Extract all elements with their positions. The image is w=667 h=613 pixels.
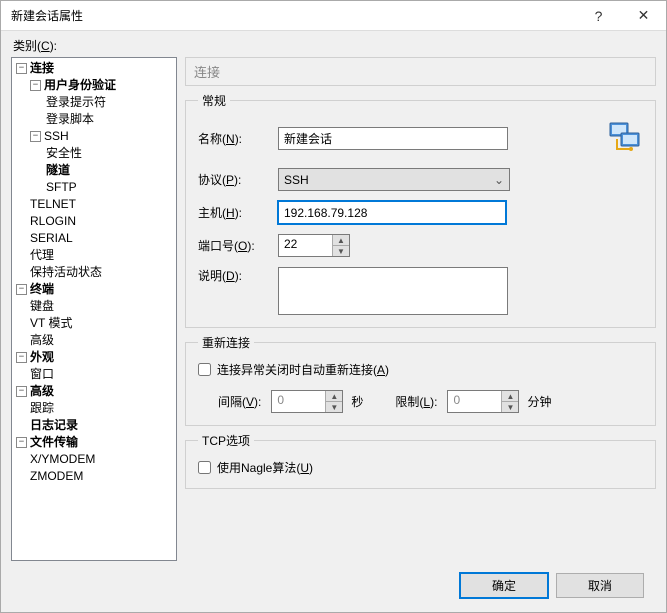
main-area: −连接 −用户身份验证 登录提示符 登录脚本 −SSH 安全性 隧道 SFTP … [11, 57, 656, 561]
tree-node-telnet[interactable]: TELNET [12, 196, 176, 213]
minutes-label: 分钟 [527, 393, 551, 410]
collapse-icon[interactable]: − [16, 386, 27, 397]
row-description: 说明(D): [198, 267, 643, 315]
seconds-label: 秒 [351, 393, 363, 410]
tree-node-keepalive[interactable]: 保持活动状态 [12, 264, 176, 281]
tree-node-advanced-group[interactable]: −高级 跟踪 日志记录 [12, 383, 176, 434]
tree-node-trace[interactable]: 跟踪 [12, 400, 176, 417]
row-host: 主机(H): [198, 201, 643, 224]
tree-node-keyboard[interactable]: 键盘 [12, 298, 176, 315]
tree-node-xymodem[interactable]: X/YMODEM [12, 451, 176, 468]
tree-node-user-auth[interactable]: −用户身份验证 登录提示符 登录脚本 [12, 77, 176, 128]
group-tcp-legend: TCP选项 [198, 432, 254, 449]
collapse-icon[interactable]: − [16, 63, 27, 74]
content-area: 类别(C): −连接 −用户身份验证 登录提示符 登录脚本 −SSH 安全性 隧… [1, 31, 666, 612]
settings-pane: 连接 常规 名称(N): [185, 57, 656, 561]
dialog-window: 新建会话属性 ? ✕ 类别(C): −连接 −用户身份验证 登录提示符 登录脚本… [0, 0, 667, 613]
tree-node-serial[interactable]: SERIAL [12, 230, 176, 247]
spin-down-icon[interactable]: ▼ [502, 402, 518, 412]
chevron-down-icon: ⌄ [494, 173, 504, 187]
row-port: 端口号(O): 22 ▲▼ [198, 234, 643, 257]
tree-node-login-prompt[interactable]: 登录提示符 [12, 94, 176, 111]
spin-down-icon[interactable]: ▼ [326, 402, 342, 412]
description-label: 说明(D): [198, 267, 278, 284]
spin-down-icon[interactable]: ▼ [333, 246, 349, 256]
row-protocol: 协议(P): SSH ⌄ [198, 168, 643, 191]
tree-node-file-transfer[interactable]: −文件传输 X/YMODEM ZMODEM [12, 434, 176, 485]
limit-spinner[interactable]: 0 ▲▼ [447, 390, 519, 413]
group-reconnect-legend: 重新连接 [198, 334, 254, 351]
group-tcp: TCP选项 使用Nagle算法(U) [185, 432, 656, 489]
tree-node-zmodem[interactable]: ZMODEM [12, 468, 176, 485]
group-reconnect: 重新连接 连接异常关闭时自动重新连接(A) 间隔(V): 0 ▲▼ 秒 限制( [185, 334, 656, 426]
window-title: 新建会话属性 [11, 7, 576, 24]
tree-node-tunnel[interactable]: 隧道 [12, 162, 176, 179]
nagle-label: 使用Nagle算法(U) [217, 459, 313, 476]
group-general: 常规 名称(N): [185, 92, 656, 328]
spin-up-icon[interactable]: ▲ [502, 391, 518, 402]
protocol-select[interactable]: SSH ⌄ [278, 168, 510, 191]
spin-up-icon[interactable]: ▲ [326, 391, 342, 402]
port-label: 端口号(O): [198, 237, 278, 254]
collapse-icon[interactable]: − [16, 352, 27, 363]
description-input[interactable] [278, 267, 508, 315]
tree-node-terminal[interactable]: −终端 键盘 VT 模式 高级 [12, 281, 176, 349]
reconnect-controls: 间隔(V): 0 ▲▼ 秒 限制(L): 0 ▲▼ 分钟 [198, 390, 643, 413]
host-input[interactable] [278, 201, 506, 224]
tree-node-appearance[interactable]: −外观 窗口 [12, 349, 176, 383]
cancel-button[interactable]: 取消 [556, 573, 644, 598]
interval-spinner[interactable]: 0 ▲▼ [271, 390, 343, 413]
collapse-icon[interactable]: − [16, 284, 27, 295]
help-button[interactable]: ? [576, 1, 621, 31]
tree-node-logging[interactable]: 日志记录 [12, 417, 176, 434]
auto-reconnect-label: 连接异常关闭时自动重新连接(A) [217, 361, 389, 378]
host-label: 主机(H): [198, 204, 278, 221]
tree-node-sftp[interactable]: SFTP [12, 179, 176, 196]
titlebar: 新建会话属性 ? ✕ [1, 1, 666, 31]
group-general-legend: 常规 [198, 92, 230, 109]
protocol-label: 协议(P): [198, 171, 278, 188]
tree-node-window[interactable]: 窗口 [12, 366, 176, 383]
collapse-icon[interactable]: − [30, 80, 41, 91]
port-spinner[interactable]: 22 ▲▼ [278, 234, 350, 257]
tree-node-proxy[interactable]: 代理 [12, 247, 176, 264]
section-title: 连接 [185, 57, 656, 86]
connection-icon [607, 119, 643, 158]
collapse-icon[interactable]: − [30, 131, 41, 142]
auto-reconnect-checkbox[interactable] [198, 363, 211, 376]
name-input[interactable] [278, 127, 508, 150]
row-name: 名称(N): [198, 119, 643, 158]
row-nagle: 使用Nagle算法(U) [198, 459, 643, 476]
tree-node-login-script[interactable]: 登录脚本 [12, 111, 176, 128]
collapse-icon[interactable]: − [16, 437, 27, 448]
nagle-checkbox[interactable] [198, 461, 211, 474]
tree-node-rlogin[interactable]: RLOGIN [12, 213, 176, 230]
tree-node-ssh[interactable]: −SSH 安全性 隧道 SFTP [12, 128, 176, 196]
limit-label: 限制(L): [395, 393, 437, 410]
tree-node-vt-mode[interactable]: VT 模式 [12, 315, 176, 332]
tree-node-connection[interactable]: −连接 −用户身份验证 登录提示符 登录脚本 −SSH 安全性 隧道 SFTP … [12, 60, 176, 281]
ok-button[interactable]: 确定 [460, 573, 548, 598]
spin-up-icon[interactable]: ▲ [333, 235, 349, 246]
tree-node-advanced[interactable]: 高级 [12, 332, 176, 349]
tree-node-security[interactable]: 安全性 [12, 145, 176, 162]
category-tree[interactable]: −连接 −用户身份验证 登录提示符 登录脚本 −SSH 安全性 隧道 SFTP … [11, 57, 177, 561]
row-auto-reconnect: 连接异常关闭时自动重新连接(A) [198, 361, 643, 378]
category-label: 类别(C): [13, 37, 656, 54]
interval-label: 间隔(V): [218, 393, 261, 410]
name-label: 名称(N): [198, 130, 278, 147]
button-bar: 确定 取消 [11, 561, 656, 612]
close-button[interactable]: ✕ [621, 1, 666, 31]
